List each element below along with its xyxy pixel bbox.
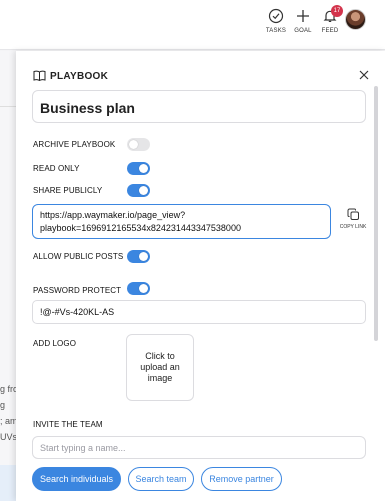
playbook-name-field[interactable]: Business plan <box>32 90 366 123</box>
background-text: ; am <box>0 416 16 426</box>
toggle-knob <box>139 284 148 293</box>
share-url-line: https://app.waymaker.io/page_view? <box>40 210 186 220</box>
close-icon[interactable] <box>358 69 370 81</box>
goal-button[interactable]: GOAL <box>289 8 317 34</box>
playbook-panel: PLAYBOOK Business plan ARCHIVE PLAYBOOK … <box>16 51 385 501</box>
toggle-knob <box>139 186 148 195</box>
feed-label: FEED <box>321 28 339 34</box>
copy-icon <box>347 208 359 220</box>
search-individuals-button[interactable]: Search individuals <box>32 467 121 491</box>
tasks-button[interactable]: TASKS <box>262 8 290 34</box>
background-text: g fro <box>0 384 16 394</box>
toggle-knob <box>129 140 138 149</box>
tasks-label: TASKS <box>265 28 287 34</box>
goal-label: GOAL <box>294 28 312 34</box>
feed-badge: 17 <box>331 5 343 17</box>
share-publicly-label: SHARE PUBLICLY <box>33 186 103 195</box>
upload-logo-text: Click to upload an image <box>140 351 180 383</box>
panel-title: PLAYBOOK <box>50 71 109 82</box>
remove-partner-button[interactable]: Remove partner <box>201 467 282 491</box>
plus-icon <box>297 10 309 22</box>
password-protect-label: PASSWORD PROTECT <box>33 286 122 295</box>
add-logo-label: ADD LOGO <box>33 339 77 348</box>
check-circle-icon <box>268 8 284 24</box>
background-highlight <box>0 465 16 501</box>
toggle-knob <box>139 252 148 261</box>
read-only-toggle[interactable] <box>127 162 150 175</box>
share-publicly-toggle[interactable] <box>127 184 150 197</box>
share-url-line: playbook=1696912165534x82423144334753800… <box>40 223 241 233</box>
background-divider <box>0 106 16 107</box>
search-team-button[interactable]: Search team <box>128 467 194 491</box>
invite-search-input[interactable]: Start typing a name... <box>32 436 366 459</box>
allow-public-posts-toggle[interactable] <box>127 250 150 263</box>
archive-playbook-label: ARCHIVE PLAYBOOK <box>33 140 116 149</box>
share-url-field[interactable]: https://app.waymaker.io/page_view? playb… <box>32 204 331 239</box>
avatar[interactable] <box>345 9 366 30</box>
background-text: UVs) <box>0 432 16 442</box>
background-text: g <box>0 400 6 410</box>
read-only-label: READ ONLY <box>33 164 80 173</box>
password-protect-toggle[interactable] <box>127 282 150 295</box>
toggle-knob <box>139 164 148 173</box>
top-bar: TASKS GOAL 17 FEED <box>0 0 385 50</box>
password-field[interactable]: !@-#Vs-420KL-AS <box>32 300 366 324</box>
archive-playbook-toggle[interactable] <box>127 138 150 151</box>
copy-link-button[interactable]: COPY LINK <box>337 208 369 230</box>
invite-team-label: INVITE THE TEAM <box>33 420 103 429</box>
book-icon <box>33 70 46 81</box>
feed-button[interactable]: 17 FEED <box>316 5 344 34</box>
upload-logo-button[interactable]: Click to upload an image <box>126 334 194 401</box>
panel-scrollbar[interactable] <box>374 86 378 341</box>
allow-public-posts-label: ALLOW PUBLIC POSTS <box>33 252 124 261</box>
copy-link-label: COPY LINK <box>339 224 367 230</box>
